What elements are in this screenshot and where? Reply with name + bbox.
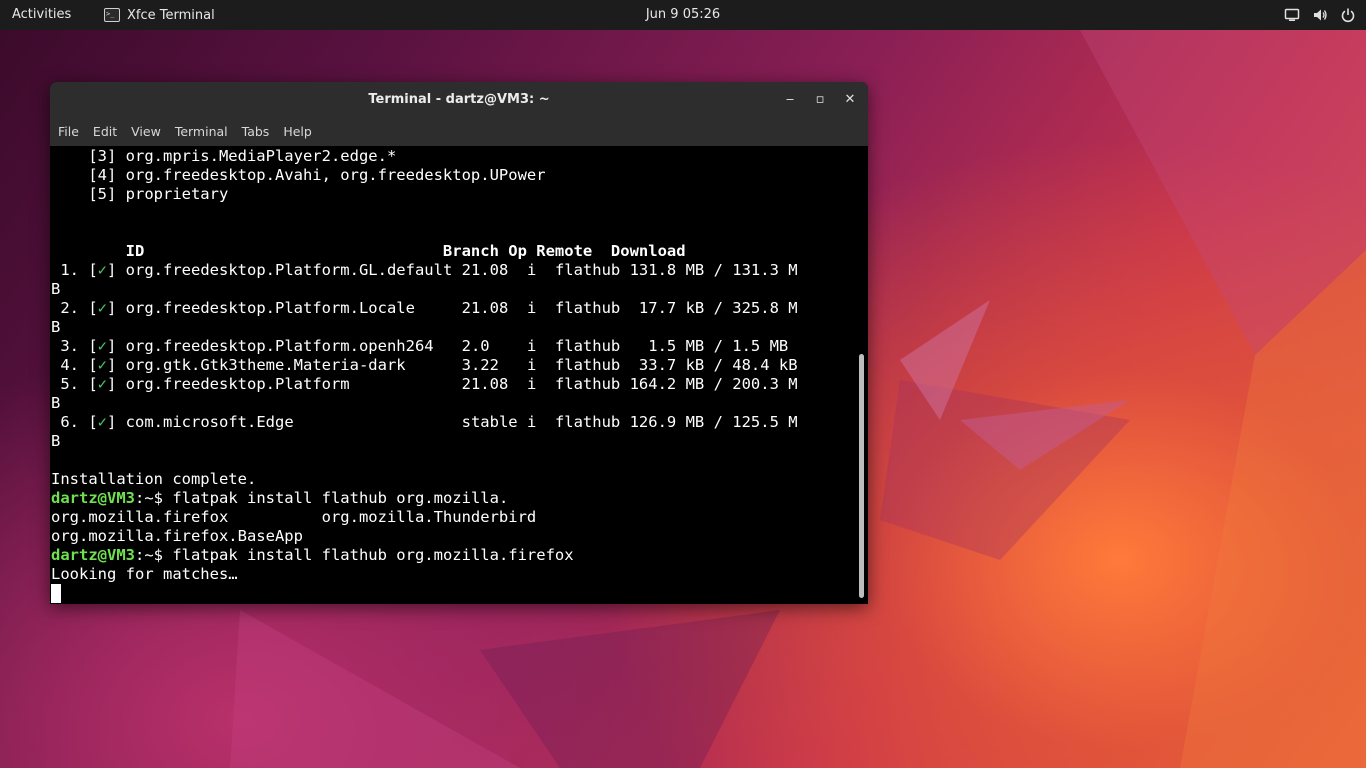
minimize-button[interactable]: ‒	[781, 91, 799, 109]
terminal-line: [5] proprietary	[51, 185, 228, 204]
terminal-text: [3] org.mpris.MediaPlayer2.edge.*	[51, 147, 397, 165]
terminal-icon: >_	[104, 8, 120, 22]
terminal-text: 2. [	[51, 299, 98, 317]
menu-bar: File Edit View Terminal Tabs Help	[50, 118, 868, 146]
terminal-line: [4] org.freedesktop.Avahi, org.freedeskt…	[51, 166, 546, 185]
terminal-line: dartz@VM3:~$ flatpak install flathub org…	[51, 489, 508, 508]
check-icon: ✓	[97, 299, 108, 317]
terminal-line: 1. [✓] org.freedesktop.Platform.GL.defau…	[51, 261, 798, 280]
terminal-text: B	[51, 280, 61, 298]
clock-button[interactable]: Jun 9 05:26	[646, 7, 720, 22]
check-icon: ✓	[97, 356, 108, 374]
terminal-line: 2. [✓] org.freedesktop.Platform.Locale 2…	[51, 299, 798, 318]
terminal-line: org.mozilla.firefox.BaseApp	[51, 527, 303, 546]
menu-edit[interactable]: Edit	[85, 118, 123, 146]
terminal-line: B	[51, 318, 60, 337]
activities-button[interactable]: Activities	[0, 0, 83, 30]
terminal-cursor	[51, 584, 61, 603]
check-icon: ✓	[97, 337, 108, 355]
terminal-text: Installation complete.	[51, 470, 257, 488]
maximize-button[interactable]: ▫	[811, 91, 829, 109]
menu-tabs[interactable]: Tabs	[234, 118, 276, 146]
terminal-text: B	[51, 394, 61, 412]
terminal-text: ] com.microsoft.Edge stable i flathub 12…	[107, 413, 798, 431]
terminal-line: 5. [✓] org.freedesktop.Platform 21.08 i …	[51, 375, 798, 394]
terminal-scrollbar[interactable]	[855, 146, 868, 604]
terminal-text: 6. [	[51, 413, 98, 431]
terminal-text: org.mozilla.firefox org.mozilla.Thunderb…	[51, 508, 537, 526]
terminal-line: 4. [✓] org.gtk.Gtk3theme.Materia-dark 3.…	[51, 356, 798, 375]
window-title: Terminal - dartz@VM3: ~	[368, 92, 550, 107]
close-button[interactable]: ✕	[841, 91, 859, 109]
terminal-line: 3. [✓] org.freedesktop.Platform.openh264…	[51, 337, 788, 356]
terminal-text: 3. [	[51, 337, 98, 355]
prompt-user-host: dartz@VM3	[51, 546, 135, 564]
terminal-line: B	[51, 394, 60, 413]
terminal-output[interactable]: [3] org.mpris.MediaPlayer2.edge.* [4] or…	[50, 146, 855, 604]
volume-icon[interactable]	[1312, 7, 1328, 23]
terminal-text: ] org.freedesktop.Platform.GL.default 21…	[107, 261, 798, 279]
terminal-text: ] org.freedesktop.Platform 21.08 i flath…	[107, 375, 798, 393]
menu-help[interactable]: Help	[275, 118, 318, 146]
terminal-line: B	[51, 432, 60, 451]
terminal-text: [4] org.freedesktop.Avahi, org.freedeskt…	[51, 166, 546, 184]
display-icon[interactable]	[1284, 7, 1300, 23]
terminal-line: Looking for matches…	[51, 565, 238, 584]
menu-terminal[interactable]: Terminal	[167, 118, 234, 146]
terminal-text: ] org.gtk.Gtk3theme.Materia-dark 3.22 i …	[107, 356, 798, 374]
scrollbar-thumb[interactable]	[859, 354, 864, 598]
terminal-text: [5] proprietary	[51, 185, 229, 203]
terminal-text: ] org.freedesktop.Platform.Locale 21.08 …	[107, 299, 798, 317]
table-header: ID Branch Op Remote Download	[51, 242, 686, 260]
terminal-text: org.mozilla.firefox.BaseApp	[51, 527, 303, 545]
app-menu-button[interactable]: >_ Xfce Terminal	[104, 0, 215, 30]
check-icon: ✓	[97, 413, 108, 431]
prompt-user-host: dartz@VM3	[51, 489, 135, 507]
terminal-line: ID Branch Op Remote Download	[51, 242, 686, 261]
menu-view[interactable]: View	[123, 118, 167, 146]
terminal-line: [3] org.mpris.MediaPlayer2.edge.*	[51, 147, 396, 166]
menu-file[interactable]: File	[50, 118, 85, 146]
app-name-label: Xfce Terminal	[127, 7, 215, 23]
terminal-text: 1. [	[51, 261, 98, 279]
terminal-text: :~$ flatpak install flathub org.mozilla.	[135, 489, 509, 507]
power-icon[interactable]	[1340, 7, 1356, 23]
terminal-line: Installation complete.	[51, 470, 256, 489]
terminal-text: B	[51, 318, 61, 336]
terminal-text: B	[51, 432, 61, 450]
terminal-line: dartz@VM3:~$ flatpak install flathub org…	[51, 546, 574, 565]
terminal-window: Terminal - dartz@VM3: ~ ‒ ▫ ✕ File Edit …	[50, 82, 868, 604]
top-panel: Activities >_ Xfce Terminal Jun 9 05:26	[0, 0, 1366, 30]
terminal-text: :~$ flatpak install flathub org.mozilla.…	[135, 546, 574, 564]
system-tray[interactable]	[1284, 0, 1356, 30]
terminal-text: ] org.freedesktop.Platform.openh264 2.0 …	[107, 337, 789, 355]
terminal-line	[51, 584, 61, 603]
terminal-line: 6. [✓] com.microsoft.Edge stable i flath…	[51, 413, 798, 432]
terminal-line: org.mozilla.firefox org.mozilla.Thunderb…	[51, 508, 536, 527]
terminal-text: 4. [	[51, 356, 98, 374]
terminal-text: Looking for matches…	[51, 565, 238, 583]
terminal-line: B	[51, 280, 60, 299]
window-titlebar[interactable]: Terminal - dartz@VM3: ~ ‒ ▫ ✕	[50, 82, 868, 118]
terminal-text: 5. [	[51, 375, 98, 393]
check-icon: ✓	[97, 375, 108, 393]
check-icon: ✓	[97, 261, 108, 279]
